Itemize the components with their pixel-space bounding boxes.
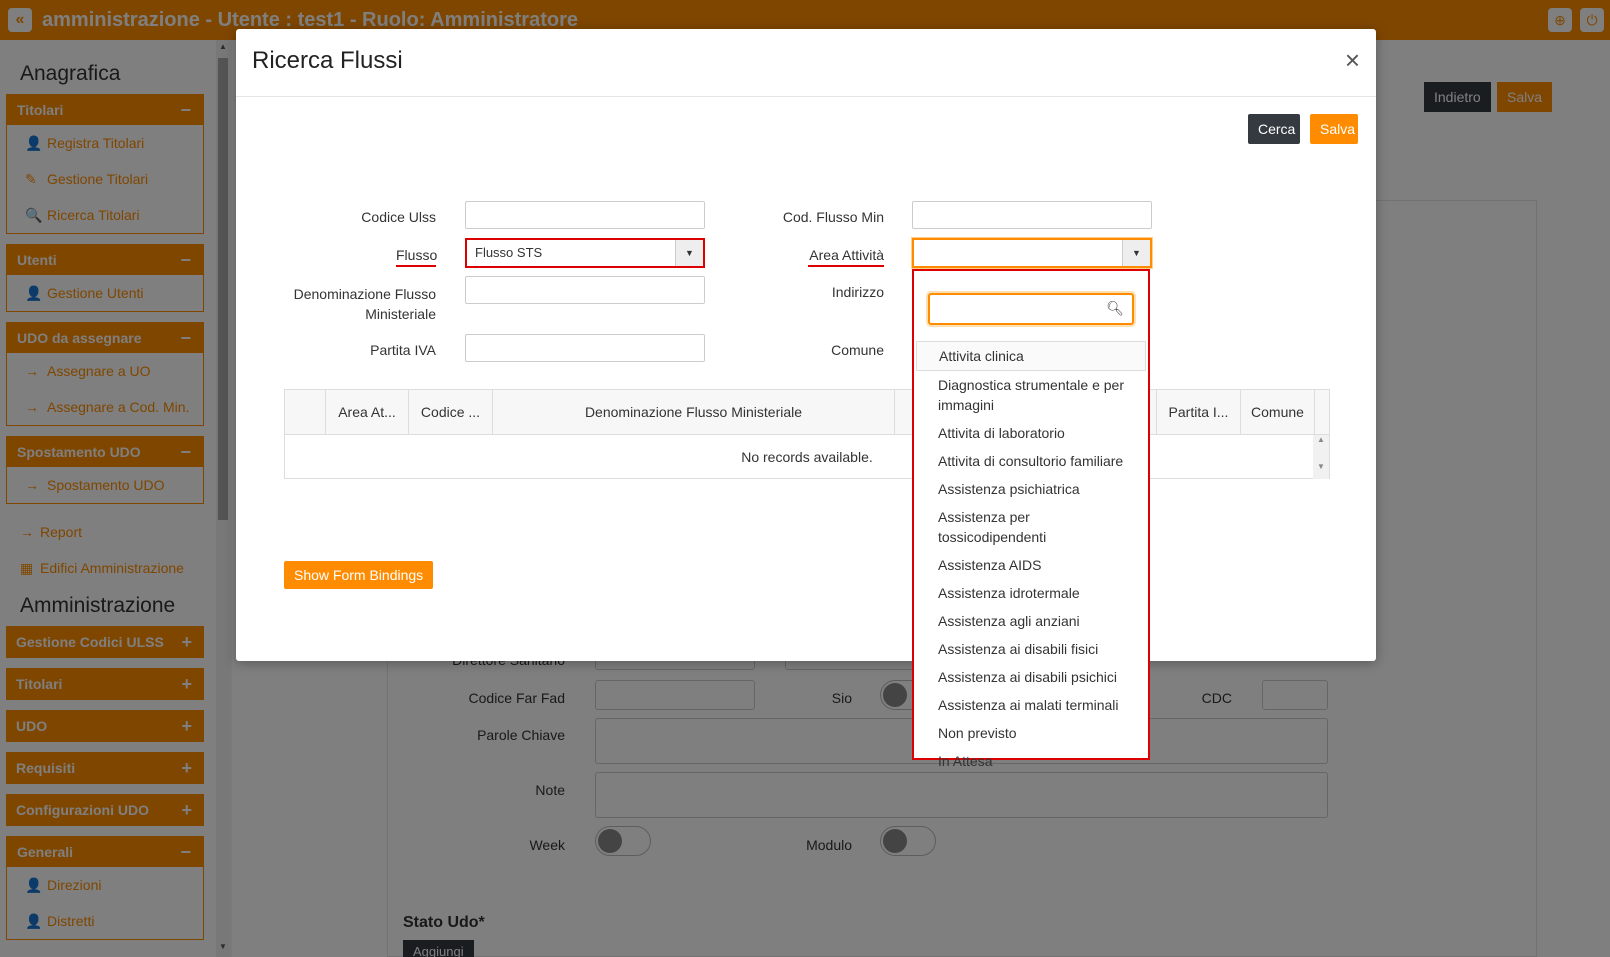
modal-header: Ricerca Flussi × [236,29,1376,97]
save-button-modal[interactable]: Salva [1310,114,1358,144]
close-icon[interactable]: × [1345,45,1360,76]
area-attivita-select[interactable]: ▼ [912,238,1152,268]
cod-flusso-min-field[interactable] [912,201,1152,229]
label-comune: Comune [831,342,884,358]
denominazione-field[interactable] [465,276,705,304]
results-grid: Area At... Codice ... Denominazione Flus… [284,389,1330,479]
grid-header: Area At... Codice ... Denominazione Flus… [285,390,1329,435]
chevron-down-icon[interactable]: ▼ [675,240,703,266]
dropdown-option[interactable]: Assistenza idrotermale [916,579,1146,607]
grid-col-denominazione[interactable]: Denominazione Flusso Ministeriale [493,390,895,435]
label-partita-iva: Partita IVA [370,342,436,358]
area-attivita-dropdown: 🔍︎ Attivita clinica Diagnostica strument… [912,269,1150,769]
grid-col-comune[interactable]: Comune [1241,390,1315,435]
dropdown-option[interactable]: Non previsto [916,719,1146,747]
scroll-up-icon[interactable]: ▲ [1313,435,1329,444]
dropdown-option[interactable]: Assistenza ai disabili psichici [916,663,1146,691]
dropdown-option[interactable]: Attivita di laboratorio [916,419,1146,447]
grid-empty-message: No records available. [741,449,873,465]
label-denominazione: Denominazione Flusso Ministeriale [293,286,436,322]
search-button[interactable]: Cerca [1248,114,1300,144]
scroll-down-icon[interactable]: ▼ [1313,462,1329,471]
dropdown-option[interactable]: Assistenza agli anziani [916,607,1146,635]
dropdown-option[interactable]: Attivita clinica [916,341,1146,371]
dropdown-option[interactable]: Assistenza ai disabili fisici [916,635,1146,663]
dropdown-option[interactable]: Assistenza per tossicodipendenti [916,503,1146,551]
dropdown-option[interactable]: Assistenza AIDS [916,551,1146,579]
dropdown-option[interactable]: Attivita di consultorio familiare [916,447,1146,475]
modal-ricerca-flussi: Ricerca Flussi × Cerca Salva Codice Ulss… [236,29,1376,661]
search-icon: 🔍︎ [1106,300,1124,316]
chevron-down-icon[interactable]: ▼ [1122,240,1150,266]
dropdown-option[interactable]: In Attesa [916,747,1146,775]
dropdown-option[interactable]: Assistenza psichiatrica [916,475,1146,503]
grid-col-partita-iva[interactable]: Partita I... [1157,390,1241,435]
partita-iva-field[interactable] [465,334,705,362]
modal-title: Ricerca Flussi [252,47,403,74]
label-cod-flusso-min: Cod. Flusso Min [782,209,884,225]
codice-ulss-field[interactable] [465,201,705,229]
grid-col-select [285,390,326,435]
dropdown-search-input[interactable]: 🔍︎ [928,293,1134,325]
dropdown-option[interactable]: Diagnostica strumentale e per immagini [916,371,1146,419]
grid-col-area[interactable]: Area At... [326,390,409,435]
grid-scrollbar[interactable]: ▲ ▼ [1313,435,1329,479]
dropdown-options-list: Attivita clinica Diagnostica strumentale… [916,341,1146,775]
label-flusso: Flusso [396,247,437,267]
flusso-select[interactable]: Flusso STS ▼ [465,238,705,268]
grid-col-codice[interactable]: Codice ... [409,390,493,435]
show-form-bindings-button[interactable]: Show Form Bindings [284,561,434,589]
dropdown-option[interactable]: Assistenza ai malati terminali [916,691,1146,719]
label-area-attivita: Area Attività [808,247,884,267]
label-indirizzo: Indirizzo [831,284,884,300]
flusso-selected-value: Flusso STS [475,245,543,260]
label-codice-ulss: Codice Ulss [361,209,436,225]
